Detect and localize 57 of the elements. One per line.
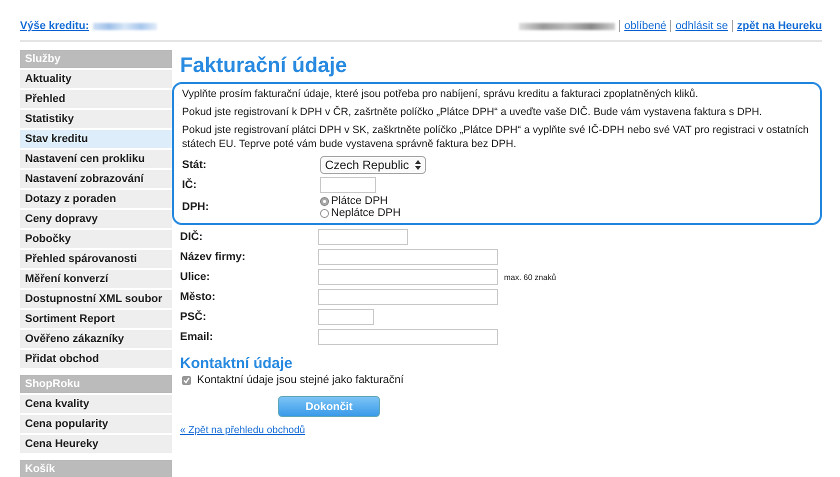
input-field[interactable] (318, 249, 498, 265)
sidebar-item[interactable]: Sortiment Report (20, 310, 172, 328)
field-label: DPH: (182, 201, 210, 213)
sidebar-heading: ShopRoku (20, 375, 172, 393)
sidebar-item[interactable]: Přidat obchod (20, 350, 172, 368)
sidebar-item[interactable]: Ceny dopravy (20, 210, 172, 228)
checkbox[interactable] (182, 376, 191, 384)
sidebar-item[interactable]: Dostupnostní XML soubor (20, 290, 172, 308)
sidebar-heading: Služby (20, 50, 172, 68)
sidebar-item[interactable]: Přehled (20, 90, 172, 108)
nav-link[interactable]: oblíbené (619, 20, 666, 32)
radio-button[interactable] (320, 208, 329, 218)
info-text: Vyplňte prosím fakturační údaje, které jsou potřeba pro nabíjení, správu kreditu a fakturaci zpoplatněných kliků. (182, 87, 700, 101)
sidebar-item[interactable]: Stav kreditu (20, 130, 172, 148)
field-label: Název firmy: (180, 251, 246, 263)
redacted-value (93, 22, 158, 30)
sidebar-item[interactable]: Cena kvality (20, 395, 172, 413)
nav-link[interactable]: zpět na Heureku (732, 20, 822, 32)
input-field[interactable] (318, 269, 498, 285)
input-field[interactable] (320, 177, 376, 193)
radio-label: Neplátce DPH (331, 207, 401, 219)
page-title: Fakturační údaje (180, 54, 348, 78)
country-select[interactable]: Czech Republic (320, 156, 426, 174)
credit-link[interactable]: Výše kreditu: (20, 20, 90, 32)
sidebar-heading: Košík (20, 460, 172, 477)
sidebar-item[interactable]: Cena Heureky (20, 435, 172, 453)
sidebar-item[interactable]: Statistiky (20, 110, 172, 128)
field-label: Město: (180, 291, 216, 303)
input-field[interactable] (318, 329, 498, 345)
sidebar-item[interactable]: Aktuality (20, 70, 172, 88)
input-field[interactable] (318, 309, 374, 325)
checkbox-label: Kontaktní údaje jsou stejné jako fakturační (197, 374, 404, 386)
info-text: Pokud jste registrovaní plátci DPH v SK, zaškrtněte políčko „Plátce DPH“ a vyplňte své IČ-DPH nebo své VAT pro registraci v ostatních státech EU. Teprve poté vám bude vystavena správně faktura bez DPH. (182, 123, 810, 151)
radio-button[interactable] (320, 196, 329, 206)
sidebar-item[interactable]: Dotazy z poraden (20, 190, 172, 208)
info-text: Pokud jste registrovaní k DPH v ČR, zašrtněte políčko „Plátce DPH“ a uveďte vaše DIČ. Bude vám vystavena faktura s DPH. (182, 105, 764, 119)
field-label: IČ: (182, 179, 198, 191)
sidebar-item[interactable]: Nastavení cen prokliku (20, 150, 172, 168)
sidebar-item[interactable]: Přehled spárovanosti (20, 250, 172, 268)
sidebar-item[interactable]: Nastavení zobrazování (20, 170, 172, 188)
sidebar-item[interactable]: Ověřeno zákazníky (20, 330, 172, 348)
field-label: DIČ: (180, 231, 204, 243)
field-label: Ulice: (180, 271, 211, 283)
sidebar-item[interactable]: Cena popularity (20, 415, 172, 433)
input-field[interactable] (318, 229, 408, 245)
field-label: Email: (180, 331, 214, 343)
input-field[interactable] (318, 289, 498, 305)
section-heading: Kontaktní údaje (180, 355, 294, 372)
back-link[interactable]: « Zpět na přehledu obchodů (180, 425, 306, 436)
field-label: PSČ: (180, 311, 208, 323)
radio-label: Plátce DPH (331, 195, 388, 207)
hint-text: max. 60 znaků (504, 272, 556, 282)
field-label: Stát: (182, 159, 208, 171)
sidebar-item[interactable]: Pobočky (20, 230, 172, 248)
sidebar-item[interactable]: Měření konverzí (20, 270, 172, 288)
stepper-icon (415, 160, 422, 170)
nav-link[interactable]: odhlásit se (670, 20, 728, 32)
